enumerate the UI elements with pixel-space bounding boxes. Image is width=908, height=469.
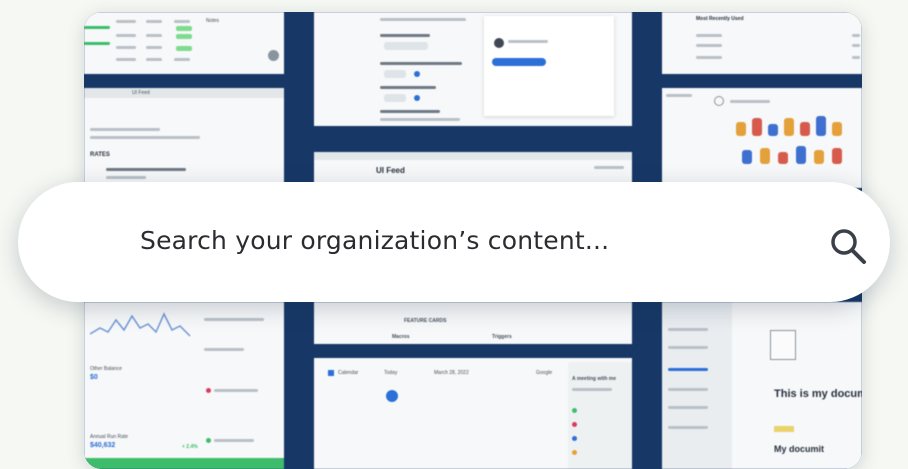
macros-label: Macros xyxy=(392,334,410,340)
illustration xyxy=(736,122,746,136)
document-subtitle: My documit xyxy=(774,444,825,454)
calendar-emoji-icon xyxy=(770,330,796,360)
other-balance-value: $0 xyxy=(90,374,98,381)
panel-left-middle: UI Feed RATES xyxy=(84,88,284,188)
document-title: This is my docum xyxy=(774,388,862,400)
feed-tab-label: UI Feed xyxy=(132,90,150,96)
date-label: March 28, 2022 xyxy=(434,370,469,376)
footer-bar xyxy=(84,458,284,469)
most-recently-used-title: Most Recently Used xyxy=(696,16,744,22)
run-rate-delta: + 2.4% xyxy=(182,444,198,450)
event-title: A meeting with me xyxy=(572,376,616,382)
run-rate-label: Annual Run Rate xyxy=(90,434,129,440)
panel-top-center xyxy=(314,12,632,126)
panel-bottom-center: FEATURE CARDS Macros Triggers xyxy=(314,302,632,344)
search-bar[interactable]: Search your organization’s content... xyxy=(18,182,890,302)
run-rate-value: $40,632 xyxy=(90,442,116,449)
today-button[interactable]: Today xyxy=(384,370,397,376)
calendar-window: Calendar Today March 28, 2022 Google A m… xyxy=(314,358,632,469)
panel-right-middle xyxy=(662,88,862,188)
other-balance-label: Other Balance xyxy=(90,366,122,372)
ui-feed-title: UI Feed xyxy=(376,166,405,175)
panel-bottom-right: This is my docum My documit xyxy=(662,302,862,469)
rates-title: RATES xyxy=(90,152,110,158)
search-input[interactable]: Search your organization’s content... xyxy=(140,226,609,255)
triggers-label: Triggers xyxy=(492,334,512,340)
current-day-marker xyxy=(386,390,398,402)
panel-bottom-left: Other Balance $0 Annual Run Rate $40,632… xyxy=(84,302,284,469)
notes-label: Notes xyxy=(206,18,220,24)
calendar-app-name: Calendar xyxy=(338,370,359,376)
google-label: Google xyxy=(536,370,553,376)
line-chart xyxy=(90,312,191,337)
panel-top-left: Notes xyxy=(84,12,284,74)
avatar xyxy=(268,50,279,61)
panel-top-right: Most Recently Used xyxy=(662,12,862,74)
feature-cards-label: FEATURE CARDS xyxy=(404,318,447,324)
event-panel: A meeting with me xyxy=(568,362,632,469)
magnifier-icon[interactable] xyxy=(826,224,870,268)
